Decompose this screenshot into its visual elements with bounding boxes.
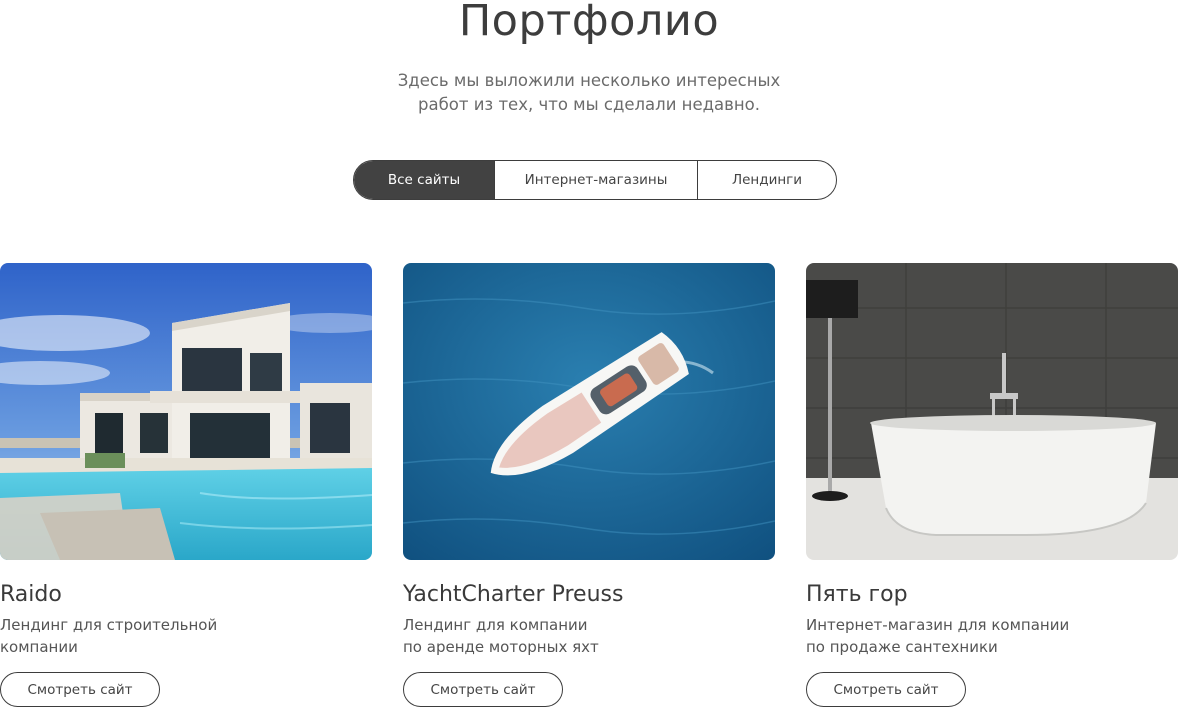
filter-landings[interactable]: Лендинги: [697, 161, 836, 199]
view-site-button[interactable]: Смотреть сайт: [0, 672, 160, 707]
filter-online-stores[interactable]: Интернет-магазины: [494, 161, 697, 199]
project-description-line: Лендинг для компании: [403, 616, 588, 634]
project-card-yachtcharter: YachtCharter Preuss Лендинг для компании…: [403, 263, 775, 707]
project-description-line: Лендинг для строительной: [0, 616, 218, 634]
project-title: YachtCharter Preuss: [403, 582, 624, 607]
portfolio-filter-tabs: Все сайты Интернет-магазины Лендинги: [353, 160, 837, 200]
project-title: Пять гор: [806, 582, 908, 607]
project-image-villa[interactable]: [0, 263, 372, 560]
filter-all-sites[interactable]: Все сайты: [354, 161, 494, 199]
project-description-line: Интернет-магазин для компании: [806, 616, 1070, 634]
project-description: Лендинг для компании по аренде моторных …: [403, 614, 775, 658]
project-description: Интернет-магазин для компании по продаже…: [806, 614, 1178, 658]
project-description-line: по аренде моторных яхт: [403, 638, 599, 656]
page-title: Портфолио: [458, 0, 720, 46]
project-description-line: по продаже сантехники: [806, 638, 998, 656]
project-description: Лендинг для строительной компании: [0, 614, 372, 658]
view-site-button[interactable]: Смотреть сайт: [403, 672, 563, 707]
intro-line: работ из тех, что мы сделали недавно.: [417, 95, 760, 114]
page-intro: Здесь мы выложили несколько интересных р…: [0, 69, 1178, 117]
intro-line: Здесь мы выложили несколько интересных: [397, 71, 781, 90]
project-description-line: компании: [0, 638, 78, 656]
project-image-yacht[interactable]: [403, 263, 775, 560]
project-card-raido: Raido Лендинг для строительной компании …: [0, 263, 372, 707]
view-site-button[interactable]: Смотреть сайт: [806, 672, 966, 707]
project-image-bathtub[interactable]: [806, 263, 1178, 560]
project-card-pyat-gor: Пять гор Интернет-магазин для компании п…: [806, 263, 1178, 707]
project-title: Raido: [0, 582, 62, 607]
